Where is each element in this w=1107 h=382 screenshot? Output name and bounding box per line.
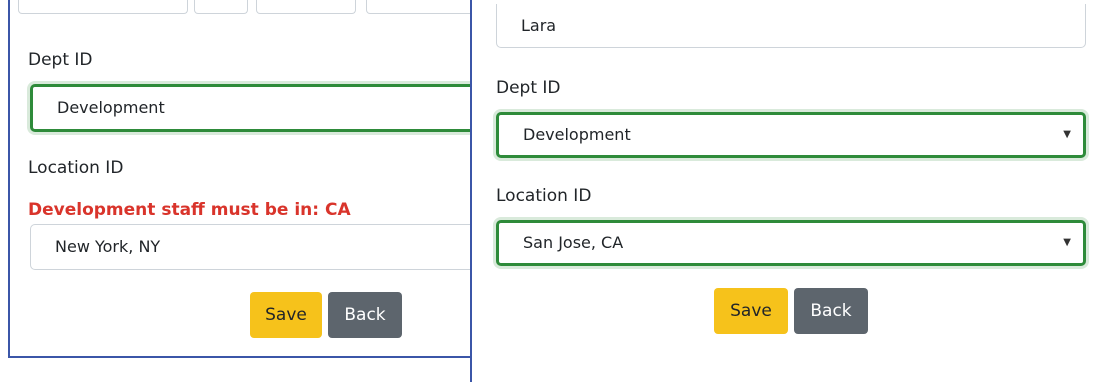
chevron-down-icon: ▼ bbox=[1063, 129, 1071, 140]
location-id-value: San Jose, CA bbox=[523, 233, 624, 252]
dept-id-select[interactable]: Development ▼ bbox=[496, 112, 1086, 158]
location-id-label: Location ID bbox=[496, 186, 592, 206]
location-id-select[interactable]: New York, NY bbox=[30, 224, 490, 270]
dept-id-value: Development bbox=[523, 125, 631, 144]
top-field-fragment bbox=[256, 0, 356, 14]
save-button[interactable]: Save bbox=[714, 288, 788, 334]
save-button[interactable]: Save bbox=[250, 292, 322, 338]
top-field-fragment bbox=[18, 0, 188, 14]
location-error-message: Development staff must be in: CA bbox=[28, 200, 351, 220]
name-value: Lara bbox=[521, 15, 557, 35]
location-id-value: New York, NY bbox=[55, 237, 161, 256]
chevron-down-icon: ▼ bbox=[1063, 237, 1071, 248]
top-field-fragment bbox=[366, 0, 476, 14]
left-form-panel: Dept ID Development Location ID Developm… bbox=[8, 0, 490, 358]
dept-id-select[interactable]: Development bbox=[30, 84, 490, 132]
back-button[interactable]: Back bbox=[328, 292, 402, 338]
top-field-fragment bbox=[194, 0, 248, 14]
location-id-select[interactable]: San Jose, CA ▼ bbox=[496, 220, 1086, 266]
dept-id-value: Development bbox=[57, 98, 165, 117]
dept-id-label: Dept ID bbox=[28, 50, 93, 70]
back-button[interactable]: Back bbox=[794, 288, 868, 334]
dept-id-label: Dept ID bbox=[496, 78, 561, 98]
right-form-panel: Lara Dept ID Development ▼ Location ID S… bbox=[470, 0, 1107, 382]
location-id-label: Location ID bbox=[28, 158, 124, 178]
name-input[interactable]: Lara bbox=[496, 4, 1086, 48]
